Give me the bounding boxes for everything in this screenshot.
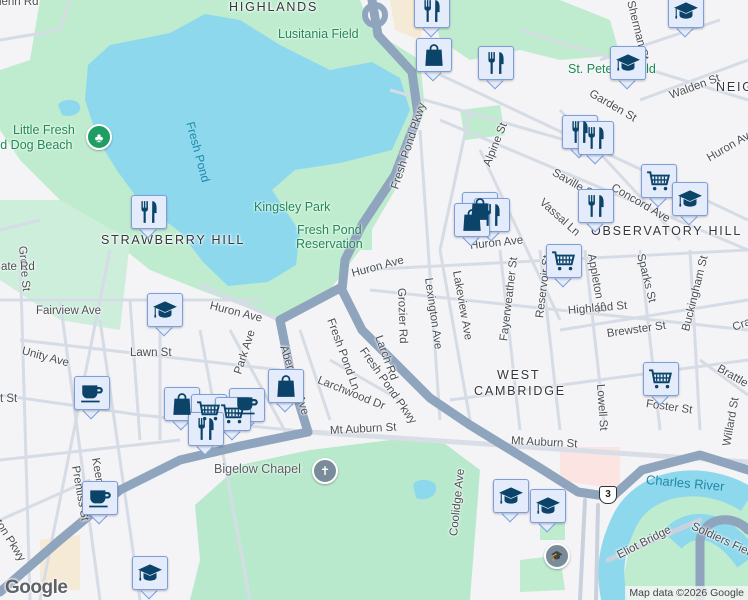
marker-school[interactable] [493,479,529,523]
marker-grocery[interactable] [546,244,582,288]
restaurant-icon [483,50,509,76]
marker-restaurant[interactable] [478,46,514,90]
marker-school[interactable] [672,182,708,226]
park-dog-beach-2: Pond Dog Beach [0,138,73,152]
school-icon [615,50,641,76]
school-icon [137,560,163,586]
marker-shopping[interactable] [416,38,452,82]
marker-school[interactable] [668,0,704,38]
school-pin-icon[interactable]: 🎓 [544,543,570,569]
marker-school[interactable] [530,489,566,533]
shopping-bag-icon [273,373,299,399]
park-reservation-2: Reservation [296,237,363,251]
marker-restaurant[interactable] [578,189,614,233]
street-glenn-rd: Glenn Rd [0,0,39,8]
street-t-st: t St [0,393,18,405]
school-icon [673,0,699,24]
restaurant-icon [193,416,219,442]
restaurant-icon [136,199,162,225]
shopping-cart-icon [646,168,672,194]
shopping-bag-icon [421,42,447,68]
map-attribution[interactable]: Map data ©2026 Google [625,586,748,600]
neighborhood-west: WEST [497,368,541,382]
restaurant-icon [583,193,609,219]
marker-restaurant[interactable] [578,121,614,165]
school-icon [535,493,561,519]
marker-restaurant[interactable] [188,412,224,456]
marker-grocery[interactable] [215,397,251,441]
coffee-cup-icon [87,485,113,511]
school-icon [152,297,178,323]
restaurant-icon [419,0,445,24]
street-gate-rd: Gate Rd [0,261,35,273]
marker-school[interactable] [147,293,183,337]
marker-grocery[interactable] [643,362,679,406]
park-kingsley: Kingsley Park [254,200,331,214]
poi-bigelow-chapel[interactable]: Bigelow Chapel [214,462,301,476]
marker-school[interactable] [132,556,168,600]
shopping-cart-icon [551,248,577,274]
marker-grocery[interactable] [641,164,677,208]
route-ramp [578,498,600,600]
marker-shopping[interactable] [268,369,304,413]
school-icon [677,186,703,212]
chapel-cross-icon[interactable]: ✝ [312,458,338,484]
park-dog-beach-1: Little Fresh [13,123,75,137]
street-lawn-st: Lawn St [130,347,172,359]
coffee-cup-icon [79,380,105,406]
shopping-bag-icon [459,207,485,233]
street-fairview-ave: Fairview Ave [36,305,101,317]
restaurant-icon [583,125,609,151]
marker-restaurant[interactable] [131,195,167,239]
google-logo[interactable]: Google [5,577,68,599]
marker-shopping[interactable] [454,203,490,247]
route-3-shield: 3 [599,486,617,504]
marker-coffee[interactable] [74,376,110,420]
marker-restaurant[interactable] [414,0,450,38]
school-icon [498,483,524,509]
street-grozier-rd: Grozier Rd [395,287,409,344]
neighborhood-strawberry-hill: STRAWBERRY HILL [101,233,246,247]
park-tree-icon[interactable]: ♣ [86,124,112,150]
marker-school[interactable] [610,46,646,90]
shopping-cart-icon [648,366,674,392]
neighborhood-cambridge: CAMBRIDGE [474,384,566,398]
shopping-bag-icon [169,391,195,417]
neighborhood-observatory-hill: OBSERVATORY HILL [591,224,743,238]
park-lusitania-field: Lusitania Field [278,27,359,41]
shopping-cart-icon [220,401,246,427]
marker-coffee[interactable] [82,481,118,525]
neighborhood-highlands: HIGHLANDS [229,0,319,14]
park-reservation-1: Fresh Pond [297,223,362,237]
